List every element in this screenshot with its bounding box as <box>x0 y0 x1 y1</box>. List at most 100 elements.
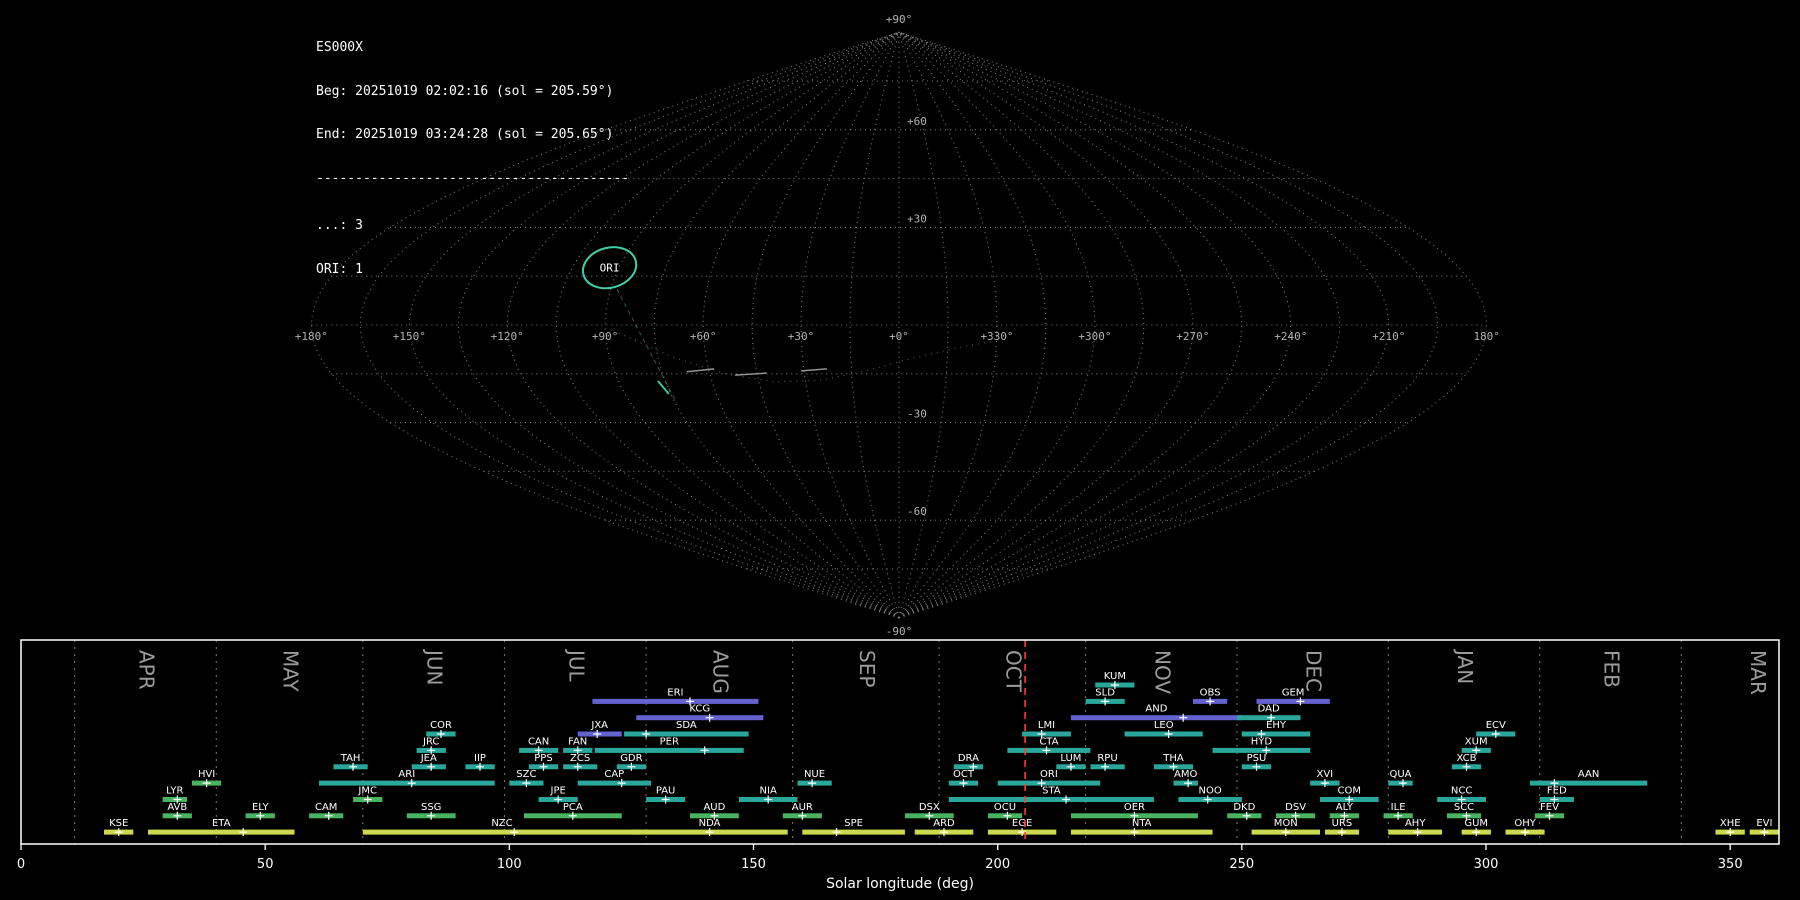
shower-label-COM: COM <box>1338 786 1361 797</box>
peak-marker-STA <box>1062 795 1070 804</box>
peak-marker-OCU <box>1003 811 1012 820</box>
shower-label-RPU: RPU <box>1097 753 1117 764</box>
shower-label-XVI: XVI <box>1316 769 1333 780</box>
shower-label-ZCS: ZCS <box>570 753 590 764</box>
peak-marker-RPU <box>1101 762 1110 771</box>
shower-label-CAP: CAP <box>604 769 624 780</box>
peak-marker-XCB <box>1462 762 1471 771</box>
shower-label-OCU: OCU <box>994 802 1016 813</box>
shower-label-XHE: XHE <box>1720 818 1741 829</box>
peak-marker-ARD <box>940 828 948 837</box>
shower-label-XCB: XCB <box>1457 753 1477 764</box>
x-tick-label: 0 <box>17 857 25 872</box>
peak-marker-QUA <box>1399 779 1407 788</box>
shower-label-URS: URS <box>1332 818 1353 829</box>
shower-label-FAN: FAN <box>568 736 587 747</box>
shower-bar-ARI <box>318 780 495 786</box>
separator-line: ---------------------------------------- <box>316 170 630 186</box>
peak-marker-GUM <box>1472 828 1481 837</box>
peak-marker-AHY <box>1413 828 1422 837</box>
shower-label-FEV: FEV <box>1540 802 1559 813</box>
shower-label-DSX: DSX <box>919 802 940 813</box>
peak-marker-OCT <box>959 779 968 788</box>
shower-label-QUA: QUA <box>1389 769 1411 780</box>
shower-label-PER: PER <box>660 736 679 747</box>
shower-label-NOO: NOO <box>1198 786 1221 797</box>
shower-label-FED: FED <box>1547 786 1567 797</box>
shower-label-AUD: AUD <box>703 802 725 813</box>
month-label-OCT: OCT <box>1001 650 1025 693</box>
month-label-SEP: SEP <box>855 650 879 687</box>
x-tick-label: 350 <box>1718 857 1743 872</box>
shower-label-SZC: SZC <box>516 769 536 780</box>
x-tick-label: 250 <box>1229 857 1254 872</box>
peak-marker-AUR <box>798 811 807 820</box>
month-label-MAR: MAR <box>1746 650 1770 695</box>
shower-label-GUM: GUM <box>1464 818 1488 829</box>
peak-marker-HVI <box>202 779 211 788</box>
peak-marker-KCG <box>705 713 714 722</box>
peak-marker-ELY <box>256 811 265 820</box>
peak-marker-PER <box>700 746 709 755</box>
peak-marker-JPE <box>554 795 563 804</box>
shower-label-GDR: GDR <box>620 753 642 764</box>
peak-marker-OBS <box>1206 697 1215 706</box>
shower-label-IIP: IIP <box>474 753 486 764</box>
peak-marker-CAM <box>324 811 333 820</box>
shower-label-OHY: OHY <box>1514 818 1536 829</box>
peak-marker-JMC <box>363 795 372 804</box>
peak-marker-LEO <box>1164 730 1173 738</box>
month-label-APR: APR <box>135 650 159 690</box>
x-axis-title: Solar longitude (deg) <box>826 876 974 892</box>
shower-bar-CAP <box>577 780 651 786</box>
shower-bar-PER <box>594 747 744 753</box>
shower-label-SPE: SPE <box>844 818 863 829</box>
shower-label-ETA: ETA <box>212 818 231 829</box>
shower-label-MON: MON <box>1274 818 1298 829</box>
month-label-MAY: MAY <box>279 650 303 692</box>
shower-label-ECV: ECV <box>1486 720 1506 731</box>
shower-label-ILE: ILE <box>1391 802 1406 813</box>
begin-time-line: Beg: 20251019 02:02:16 (sol = 205.59°) <box>316 83 614 99</box>
peak-marker-SPE <box>832 828 841 837</box>
shower-label-JEA: JEA <box>420 753 437 764</box>
shower-label-ORI: ORI <box>1040 769 1058 780</box>
shower-label-ARD: ARD <box>933 818 955 829</box>
shower-label-SDA: SDA <box>676 720 697 731</box>
shower-label-PAU: PAU <box>656 786 676 797</box>
month-label-DEC: DEC <box>1302 650 1326 692</box>
peak-marker-NZC <box>510 828 519 837</box>
shower-label-TAH: TAH <box>340 753 361 764</box>
peak-marker-PSU <box>1252 762 1261 771</box>
peak-marker-PAU <box>661 795 670 804</box>
peak-marker-OHY <box>1521 828 1530 837</box>
shower-label-LMI: LMI <box>1038 720 1055 731</box>
shower-label-OBS: OBS <box>1200 687 1221 698</box>
shower-label-OER: OER <box>1124 802 1145 813</box>
shower-label-AUR: AUR <box>792 802 813 813</box>
observation-summary: ES000X Beg: 20251019 02:02:16 (sol = 205… <box>316 12 629 306</box>
peak-marker-CAP <box>617 779 626 788</box>
month-label-JUL: JUL <box>564 648 588 683</box>
shower-label-CAN: CAN <box>528 736 549 747</box>
peak-marker-DSX <box>925 811 934 820</box>
station-code: ES000X <box>316 40 363 55</box>
peak-marker-GDR <box>627 762 636 771</box>
month-label-AUG: AUG <box>708 650 732 694</box>
peak-marker-XHE <box>1726 828 1735 837</box>
shower-label-ARI: ARI <box>398 769 415 780</box>
shower-label-DKD: DKD <box>1233 802 1255 813</box>
shower-bar-KCG <box>636 715 764 721</box>
end-time-line: End: 20251019 03:24:28 (sol = 205.65°) <box>316 127 614 142</box>
peak-marker-IIP <box>476 762 484 771</box>
peak-marker-LUM <box>1066 762 1075 771</box>
shower-bar-NTA <box>1070 829 1213 835</box>
peak-marker-NUE <box>808 779 817 788</box>
shower-label-AND: AND <box>1145 704 1167 715</box>
month-label-FEB: FEB <box>1600 650 1624 688</box>
peak-marker-SDA <box>642 730 651 738</box>
peak-marker-ETA <box>239 828 248 837</box>
peak-marker-SSG <box>427 811 436 820</box>
meteor-observation-figure: ES000X Beg: 20251019 02:02:16 (sol = 205… <box>0 0 1800 900</box>
shower-label-NIA: NIA <box>760 786 777 797</box>
